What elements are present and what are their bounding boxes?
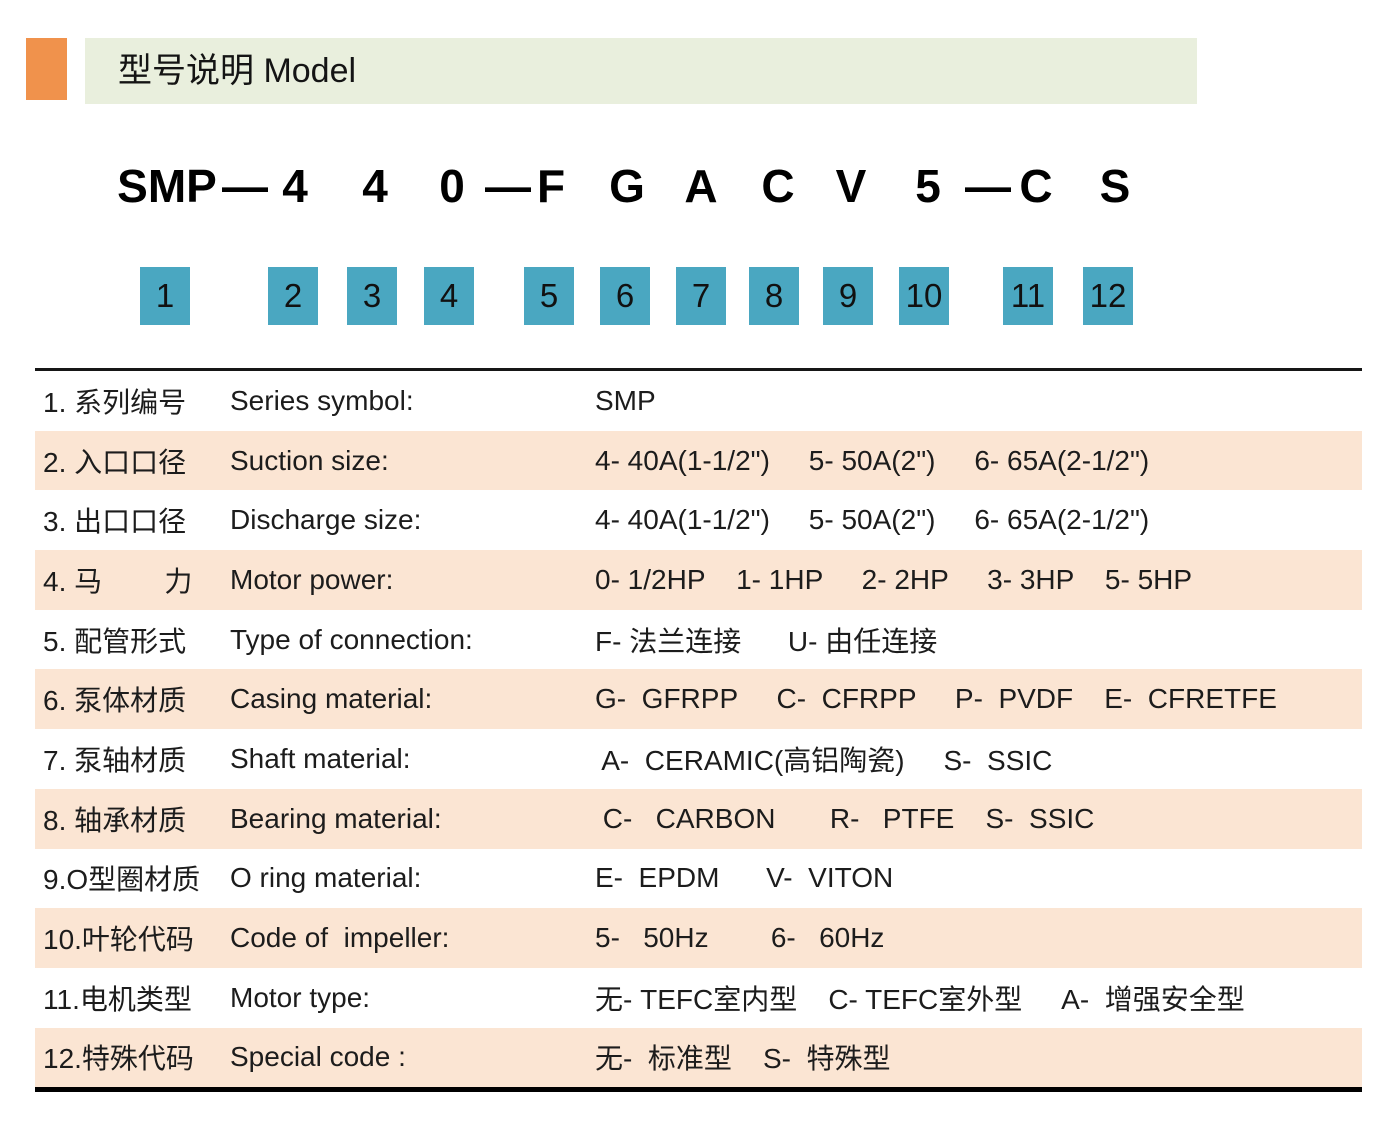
row-label-cn: 2. 入口口径 (35, 441, 230, 481)
model-code-segment: 0 (439, 158, 465, 214)
row-label-cn: 12.特殊代码 (35, 1037, 230, 1077)
table-row-motor-type: 11.电机类型 Motor type: 无- TEFC室内型 C- TEFC室外… (35, 968, 1362, 1028)
model-code-segment: SMP (117, 158, 217, 214)
table-row-series-symbol: 1. 系列编号 Series symbol: SMP (35, 371, 1362, 431)
position-number-box: 7 (676, 267, 726, 325)
table-row-bearing-material: 8. 轴承材质 Bearing material: C- CARBON R- P… (35, 789, 1362, 849)
table-row-shaft-material: 7. 泵轴材质 Shaft material: A- CERAMIC(高铝陶瓷)… (35, 729, 1362, 789)
model-code-segment: 4 (362, 158, 388, 214)
model-code-segment: 5 (915, 158, 941, 214)
row-value: F- 法兰连接 U- 由任连接 (595, 620, 1362, 660)
position-number-box: 4 (424, 267, 474, 325)
row-label-cn: 10.叶轮代码 (35, 918, 230, 958)
table-row-casing-material: 6. 泵体材质 Casing material: G- GFRPP C- CFR… (35, 669, 1362, 729)
row-label-en: Motor power: (230, 564, 595, 596)
page-title: 型号说明 Model (85, 38, 1197, 104)
position-number-box: 3 (347, 267, 397, 325)
model-code-segment: V (836, 158, 867, 214)
row-label-cn: 9.O型圈材质 (35, 858, 230, 898)
table-row-oring-material: 9.O型圈材质 O ring material: E- EPDM V- VITO… (35, 849, 1362, 909)
table-row-discharge-size: 3. 出口口径 Discharge size: 4- 40A(1-1/2") 5… (35, 490, 1362, 550)
row-label-en: Shaft material: (230, 743, 595, 775)
row-value: E- EPDM V- VITON (595, 862, 1362, 894)
row-label-en: Motor type: (230, 982, 595, 1014)
model-code-segment: A (684, 158, 717, 214)
row-value: 0- 1/2HP 1- 1HP 2- 2HP 3- 3HP 5- 5HP (595, 564, 1362, 596)
row-label-en: Special code : (230, 1041, 595, 1073)
row-label-cn: 7. 泵轴材质 (35, 739, 230, 779)
position-boxes: 1 2 3 4 5 6 7 8 9 10 11 12 (0, 267, 1396, 325)
row-label-cn: 6. 泵体材质 (35, 679, 230, 719)
model-spec-page: 型号说明 Model SMP — 4 4 0 — F G A C V 5 — C… (0, 0, 1396, 1128)
position-number-box: 8 (749, 267, 799, 325)
row-value: 无- 标准型 S- 特殊型 (595, 1037, 1362, 1077)
row-label-cn: 3. 出口口径 (35, 500, 230, 540)
row-value: 4- 40A(1-1/2") 5- 50A(2") 6- 65A(2-1/2") (595, 445, 1362, 477)
position-number-box: 6 (600, 267, 650, 325)
model-code-segment: S (1100, 158, 1131, 214)
model-code-segment: 4 (282, 158, 308, 214)
row-label-en: Discharge size: (230, 504, 595, 536)
position-number-box: 9 (823, 267, 873, 325)
position-number-box: 5 (524, 267, 574, 325)
row-value: C- CARBON R- PTFE S- SSIC (595, 803, 1362, 835)
row-value: G- GFRPP C- CFRPP P- PVDF E- CFRETFE (595, 683, 1362, 715)
row-label-en: Bearing material: (230, 803, 595, 835)
position-number-box: 10 (899, 267, 949, 325)
section-marker (26, 38, 67, 100)
table-row-suction-size: 2. 入口口径 Suction size: 4- 40A(1-1/2") 5- … (35, 431, 1362, 491)
model-code-segment: G (609, 158, 645, 214)
row-value: 4- 40A(1-1/2") 5- 50A(2") 6- 65A(2-1/2") (595, 504, 1362, 536)
row-label-cn: 5. 配管形式 (35, 620, 230, 660)
row-label-cn: 1. 系列编号 (35, 381, 230, 421)
position-number-box: 1 (140, 267, 190, 325)
position-number-box: 2 (268, 267, 318, 325)
row-value: SMP (595, 385, 1362, 417)
model-code-dash: — (485, 158, 531, 214)
model-code-segment: F (537, 158, 565, 214)
model-code-segment: C (761, 158, 794, 214)
row-label-cn: 8. 轴承材质 (35, 799, 230, 839)
title-band: 型号说明 Model (85, 38, 1197, 104)
row-value: 无- TEFC室内型 C- TEFC室外型 A- 增强安全型 (595, 978, 1362, 1018)
table-row-connection-type: 5. 配管形式 Type of connection: F- 法兰连接 U- 由… (35, 610, 1362, 670)
row-label-cn: 4. 马 力 (35, 560, 230, 600)
position-number-box: 11 (1003, 267, 1053, 325)
row-label-en: Code of impeller: (230, 922, 595, 954)
position-number-box: 12 (1083, 267, 1133, 325)
model-code: SMP — 4 4 0 — F G A C V 5 — C S (0, 158, 1396, 214)
spec-table: 1. 系列编号 Series symbol: SMP 2. 入口口径 Sucti… (35, 368, 1362, 1092)
row-label-en: Casing material: (230, 683, 595, 715)
row-label-en: Type of connection: (230, 624, 595, 656)
table-row-motor-power: 4. 马 力 Motor power: 0- 1/2HP 1- 1HP 2- 2… (35, 550, 1362, 610)
table-row-special-code: 12.特殊代码 Special code : 无- 标准型 S- 特殊型 (35, 1028, 1362, 1088)
row-label-en: Suction size: (230, 445, 595, 477)
table-row-impeller-code: 10.叶轮代码 Code of impeller: 5- 50Hz 6- 60H… (35, 908, 1362, 968)
row-value: A- CERAMIC(高铝陶瓷) S- SSIC (595, 739, 1362, 779)
model-code-segment: C (1019, 158, 1052, 214)
model-code-dash: — (222, 158, 268, 214)
row-label-en: O ring material: (230, 862, 595, 894)
row-label-en: Series symbol: (230, 385, 595, 417)
row-label-cn: 11.电机类型 (35, 978, 230, 1018)
row-value: 5- 50Hz 6- 60Hz (595, 922, 1362, 954)
model-code-dash: — (965, 158, 1011, 214)
